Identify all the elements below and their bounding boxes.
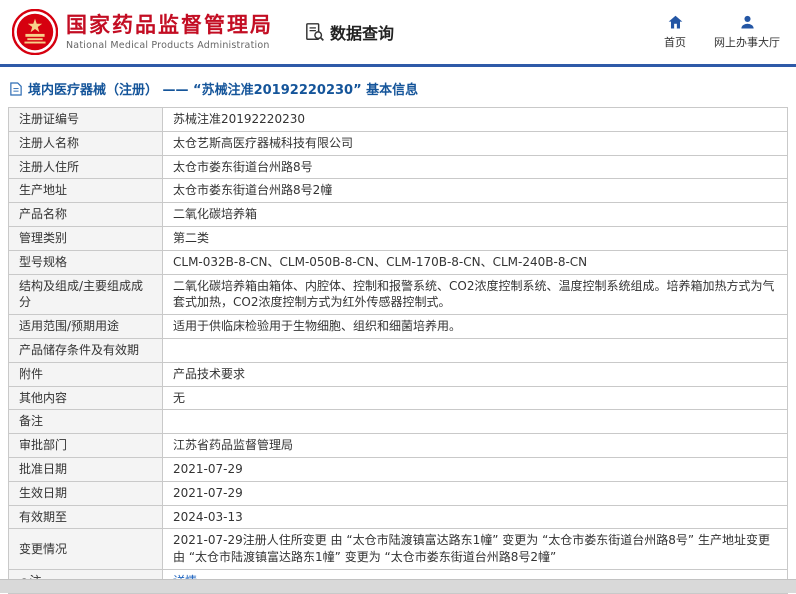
home-icon bbox=[668, 15, 682, 29]
header-nav: 首页 网上办事大厅 bbox=[664, 14, 780, 50]
row-label: 审批部门 bbox=[8, 433, 163, 458]
row-value: 江苏省药品监督管理局 bbox=[162, 433, 788, 458]
row-value: 2021-07-29注册人住所变更 由 “太仓市陆渡镇富达路东1幢” 变更为 “… bbox=[162, 528, 788, 570]
row-label: 产品名称 bbox=[8, 202, 163, 227]
table-row-attachment: 附件 产品技术要求 bbox=[8, 361, 788, 387]
national-emblem-logo bbox=[12, 9, 58, 55]
row-label: 注册人住所 bbox=[8, 154, 163, 180]
table-row-approval-department: 审批部门 江苏省药品监督管理局 bbox=[8, 433, 788, 458]
row-value: 2021-07-29 bbox=[162, 456, 788, 482]
nav-online-hall-label: 网上办事大厅 bbox=[714, 36, 780, 49]
page-title-text: 境内医疗器械（注册） —— “苏械注准20192220230” 基本信息 bbox=[28, 83, 419, 98]
row-label: 适用范围/预期用途 bbox=[8, 314, 163, 339]
footer-strip bbox=[0, 579, 796, 593]
table-row-management-class: 管理类别 第二类 bbox=[8, 225, 788, 251]
data-query-label: 数据查询 bbox=[330, 24, 395, 43]
nav-online-hall[interactable]: 网上办事大厅 bbox=[714, 14, 780, 50]
row-value: 二氧化碳培养箱 bbox=[162, 202, 788, 227]
row-value: 2024-03-13 bbox=[162, 504, 788, 530]
table-row-model-spec: 型号规格 CLM-032B-8-CN、CLM-050B-8-CN、CLM-170B… bbox=[8, 249, 788, 275]
row-label: 产品储存条件及有效期 bbox=[8, 337, 163, 363]
document-icon bbox=[10, 81, 22, 96]
row-value: 苏械注准20192220230 bbox=[162, 107, 788, 132]
agency-title-block: 国家药品监督管理局 National Medical Products Admi… bbox=[66, 13, 273, 50]
row-value: 太仓市娄东街道台州路8号2幢 bbox=[162, 178, 788, 204]
table-row-remarks: 备注 bbox=[8, 409, 788, 435]
row-value: 第二类 bbox=[162, 225, 788, 251]
row-label: 注册证编号 bbox=[8, 107, 163, 132]
table-row-approval-date: 批准日期 2021-07-29 bbox=[8, 456, 788, 482]
row-value: 二氧化碳培养箱由箱体、内腔体、控制和报警系统、CO2浓度控制系统、温度控制系统组… bbox=[162, 273, 788, 316]
table-row-storage-validity: 产品储存条件及有效期 bbox=[8, 337, 788, 363]
table-row-product-name: 产品名称 二氧化碳培养箱 bbox=[8, 202, 788, 227]
row-label: 附件 bbox=[8, 361, 163, 387]
row-value bbox=[162, 337, 788, 363]
nav-home-label: 首页 bbox=[664, 36, 686, 49]
row-label: 其他内容 bbox=[8, 385, 163, 411]
row-label: 变更情况 bbox=[8, 528, 163, 570]
table-row-registrant-address: 注册人住所 太仓市娄东街道台州路8号 bbox=[8, 154, 788, 180]
row-value: 产品技术要求 bbox=[162, 361, 788, 387]
table-row-intended-use: 适用范围/预期用途 适用于供临床检验用于生物细胞、组织和细菌培养用。 bbox=[8, 314, 788, 339]
table-row-production-address: 生产地址 太仓市娄东街道台州路8号2幢 bbox=[8, 178, 788, 204]
data-query-title: 数据查询 bbox=[305, 20, 394, 44]
table-row-change-history: 变更情况 2021-07-29注册人住所变更 由 “太仓市陆渡镇富达路东1幢” 变… bbox=[8, 528, 788, 570]
row-label: 批准日期 bbox=[8, 456, 163, 482]
table-row-structure-composition: 结构及组成/主要组成成分 二氧化碳培养箱由箱体、内腔体、控制和报警系统、CO2浓度… bbox=[8, 273, 788, 316]
table-row-expiry-date: 有效期至 2024-03-13 bbox=[8, 504, 788, 530]
row-label: 结构及组成/主要组成成分 bbox=[8, 273, 163, 316]
row-label: 注册人名称 bbox=[8, 130, 163, 156]
row-value bbox=[162, 409, 788, 435]
page-title: 境内医疗器械（注册） —— “苏械注准20192220230” 基本信息 bbox=[0, 67, 796, 107]
table-row-effective-date: 生效日期 2021-07-29 bbox=[8, 480, 788, 506]
agency-name: 国家药品监督管理局 bbox=[66, 13, 273, 38]
row-label: 型号规格 bbox=[8, 249, 163, 275]
table-row-other-content: 其他内容无 bbox=[8, 385, 788, 411]
nav-home[interactable]: 首页 bbox=[664, 14, 686, 50]
table-row-registrant-name: 注册人名称 太仓艺斯高医疗器械科技有限公司 bbox=[8, 130, 788, 156]
row-label: 有效期至 bbox=[8, 504, 163, 530]
document-search-icon bbox=[306, 23, 324, 41]
header: 国家药品监督管理局 National Medical Products Admi… bbox=[0, 0, 796, 64]
row-value: CLM-032B-8-CN、CLM-050B-8-CN、CLM-170B-8-C… bbox=[162, 249, 788, 275]
row-value: 2021-07-29 bbox=[162, 480, 788, 506]
row-value: 适用于供临床检验用于生物细胞、组织和细菌培养用。 bbox=[162, 314, 788, 339]
row-value: 太仓艺斯高医疗器械科技有限公司 bbox=[162, 130, 788, 156]
table-row-cert-no: 注册证编号 苏械注准20192220230 bbox=[8, 107, 788, 132]
registration-info-table: 注册证编号 苏械注准20192220230 注册人名称 太仓艺斯高医疗器械科技有限公… bbox=[8, 107, 788, 594]
row-label: 生产地址 bbox=[8, 178, 163, 204]
row-label: 备注 bbox=[8, 409, 163, 435]
row-label: 管理类别 bbox=[8, 225, 163, 251]
row-value: 无 bbox=[162, 385, 788, 411]
row-value: 太仓市娄东街道台州路8号 bbox=[162, 154, 788, 180]
row-label: 生效日期 bbox=[8, 480, 163, 506]
agency-name-en: National Medical Products Administration bbox=[66, 39, 270, 51]
person-icon bbox=[740, 15, 754, 29]
